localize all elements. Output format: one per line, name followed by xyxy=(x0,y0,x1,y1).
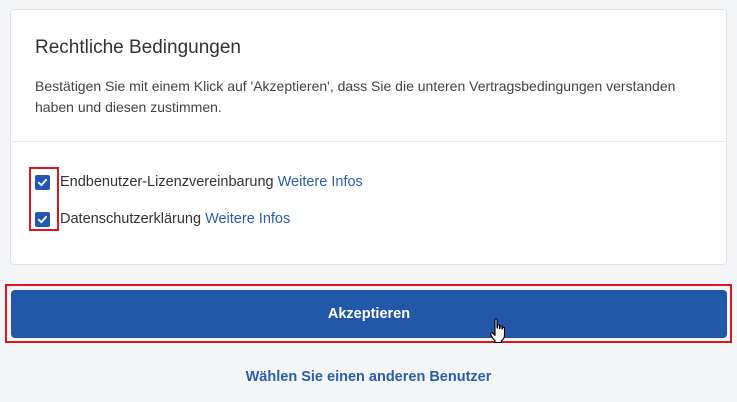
legal-terms-card: Rechtliche Bedingungen Bestätigen Sie mi… xyxy=(10,9,727,265)
divider xyxy=(11,141,726,142)
card-title: Rechtliche Bedingungen xyxy=(35,37,241,58)
hand-pointer-icon xyxy=(490,318,506,344)
accept-button[interactable]: Akzeptieren xyxy=(11,290,727,338)
eula-checkbox[interactable] xyxy=(35,174,50,190)
checkmark-icon xyxy=(37,215,48,223)
privacy-row: Datenschutzerklärung Weitere Infos xyxy=(35,209,290,229)
privacy-checkbox[interactable] xyxy=(35,211,50,227)
card-description: Bestätigen Sie mit einem Klick auf 'Akze… xyxy=(35,78,676,115)
privacy-label: Datenschutzerklärung xyxy=(60,211,202,227)
eula-row: Endbenutzer-Lizenzvereinbarung Weitere I… xyxy=(35,172,363,192)
choose-other-user-link[interactable]: Wählen Sie einen anderen Benutzer xyxy=(0,369,737,385)
checkmark-icon xyxy=(37,178,48,186)
eula-more-info-link[interactable]: Weitere Infos xyxy=(278,174,363,190)
eula-label: Endbenutzer-Lizenzvereinbarung xyxy=(60,174,274,190)
privacy-more-info-link[interactable]: Weitere Infos xyxy=(205,211,290,227)
